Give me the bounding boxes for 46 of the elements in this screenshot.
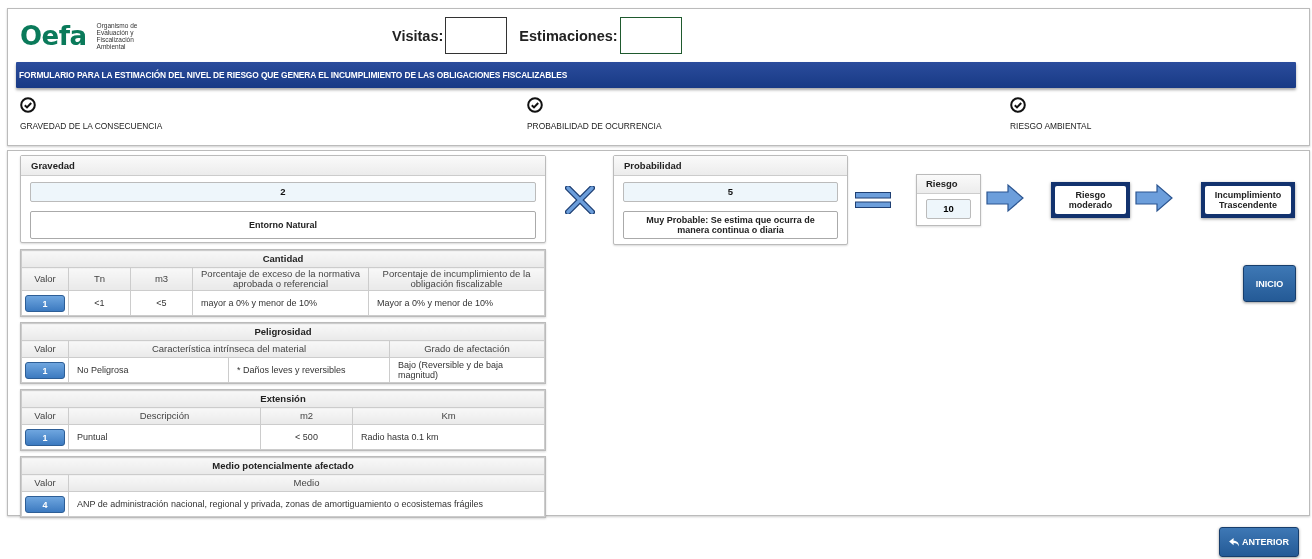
table-title: Medio potencialmente afectado <box>21 457 545 475</box>
result-label: Incumplimiento Trascendente <box>1205 186 1291 214</box>
logo-name: Oefa <box>20 20 87 51</box>
step-label: RIESGO AMBIENTAL <box>1010 121 1092 131</box>
column-header: Valor <box>21 267 69 291</box>
value-field: 10 <box>926 199 971 219</box>
counter-field[interactable] <box>619 17 682 54</box>
panel-title: Riesgo <box>917 175 980 194</box>
table-title: Extensión <box>21 390 545 408</box>
table-cell: ANP de administración nacional, regional y privada, zonas de amortiguamiento o ecosistemas frágiles <box>68 491 545 517</box>
table-cell: No Peligrosa <box>68 357 229 383</box>
panel-title: Gravedad <box>21 156 545 176</box>
table-title: Cantidad <box>21 250 545 268</box>
panel-title: Probabilidad <box>614 156 847 176</box>
table-cell: <5 <box>130 290 193 316</box>
result-label: Riesgo moderado <box>1055 186 1126 214</box>
form-banner: FORMULARIO PARA LA ESTIMACIÓN DEL NIVEL DE RIESGO QUE GENERA EL INCUMPLIMIENTO DE LAS OBLIGACIONES FISCALIZABLES <box>16 62 1296 88</box>
value-field: 2 <box>30 182 536 202</box>
step-label: PROBABILIDAD DE OCURRENCIA <box>527 121 662 131</box>
table-cell: Bajo (Reversible y de baja magnitud) <box>389 357 545 383</box>
back-button[interactable]: ANTERIOR <box>1219 527 1299 557</box>
back-arrow-icon <box>1229 537 1240 547</box>
value-field: 5 <box>623 182 838 202</box>
value-button[interactable]: 1 <box>25 294 65 312</box>
table-cell: Mayor a 0% y menor de 10% <box>368 290 545 316</box>
multiply-icon <box>564 186 595 214</box>
counter-label: Estimaciones: <box>519 27 618 44</box>
table-cell: Radio hasta 0.1 km <box>352 424 545 450</box>
table-title: Peligrosidad <box>21 323 545 341</box>
table-cell: Puntual <box>68 424 261 450</box>
description-field: Entorno Natural <box>30 211 536 239</box>
table-cell: < 500 <box>260 424 353 450</box>
value-button[interactable]: 1 <box>25 361 65 379</box>
equals-icon <box>855 192 891 208</box>
counter-label: Visitas: <box>392 27 444 44</box>
table-cell: mayor a 0% y menor de 10% <box>192 290 369 316</box>
column-header: Porcentaje de exceso de la normativa aprobada o referencial <box>192 267 369 291</box>
counter-field[interactable] <box>445 17 508 54</box>
value-button[interactable]: 4 <box>25 495 65 513</box>
step-label: GRAVEDAD DE LA CONSECUENCIA <box>20 121 163 131</box>
column-header: Porcentaje de incumplimiento de la obligación fiscalizable <box>368 267 545 291</box>
description-field: Muy Probable: Se estima que ocurra de manera continua o diaria <box>623 211 838 239</box>
start-button[interactable]: INICIO <box>1243 265 1296 302</box>
value-button[interactable]: 1 <box>25 428 65 446</box>
table-cell: <1 <box>68 290 131 316</box>
table-cell: * Daños leves y reversibles <box>228 357 390 383</box>
